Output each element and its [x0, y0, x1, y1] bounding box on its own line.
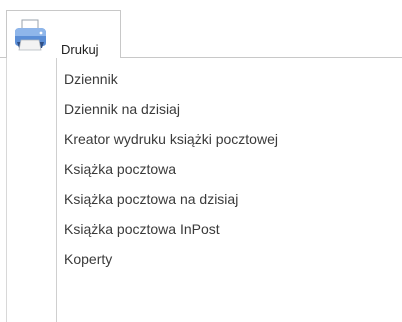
printer-icon — [15, 19, 46, 51]
menu-item-ksiazka-pocztowa[interactable]: Książka pocztowa — [64, 156, 394, 182]
tab-label: Drukuj — [61, 42, 99, 57]
menu-item-dziennik[interactable]: Dziennik — [64, 66, 394, 92]
menu-item-ksiazka-pocztowa-inpost[interactable]: Książka pocztowa InPost — [64, 216, 394, 242]
panel-left-edge — [6, 57, 7, 322]
menu-item-kreator-wydruku[interactable]: Kreator wydruku książki pocztowej — [64, 126, 394, 152]
menu-item-dziennik-na-dzisiaj[interactable]: Dziennik na dzisiaj — [64, 96, 394, 122]
menu-item-ksiazka-pocztowa-na-dzisiaj[interactable]: Książka pocztowa na dzisiaj — [64, 186, 394, 212]
print-menu: Dziennik Dziennik na dzisiaj Kreator wyd… — [56, 58, 402, 322]
tab-drukuj[interactable]: Drukuj — [6, 10, 121, 58]
menu-item-koperty[interactable]: Koperty — [64, 246, 394, 272]
